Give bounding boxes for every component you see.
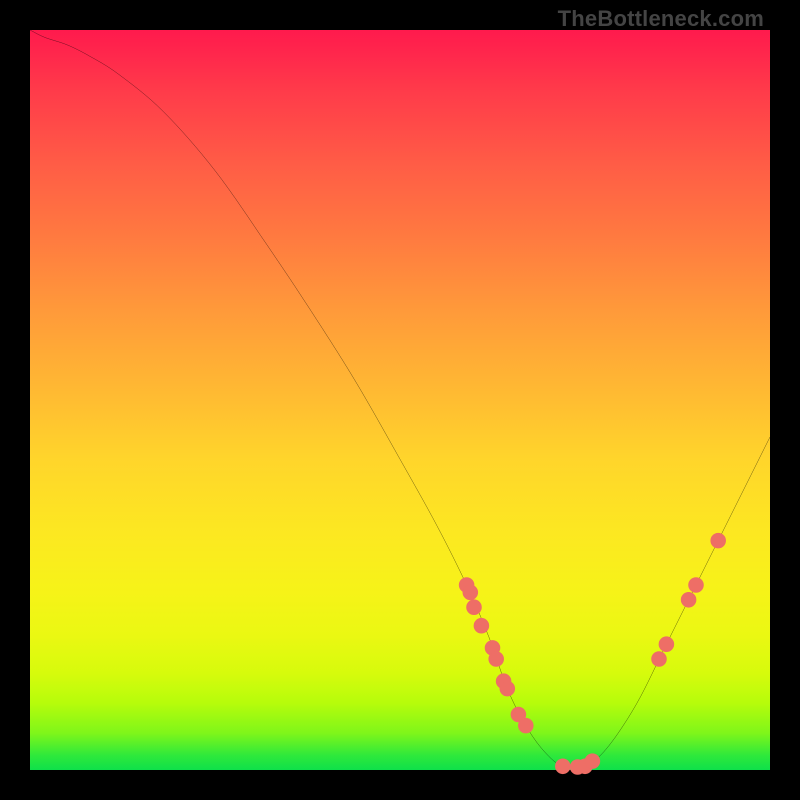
watermark-text: TheBottleneck.com bbox=[558, 6, 764, 32]
marker-point bbox=[474, 618, 489, 633]
marker-point bbox=[681, 592, 696, 607]
marker-point bbox=[489, 652, 504, 667]
marker-point bbox=[467, 600, 482, 615]
highlight-markers bbox=[459, 533, 725, 774]
marker-point bbox=[652, 652, 667, 667]
marker-point bbox=[711, 533, 726, 548]
marker-point bbox=[585, 754, 600, 769]
chart-overlay-svg bbox=[30, 30, 770, 770]
marker-point bbox=[689, 578, 704, 593]
marker-point bbox=[500, 681, 515, 696]
marker-point bbox=[518, 718, 533, 733]
chart-container: TheBottleneck.com bbox=[0, 0, 800, 800]
marker-point bbox=[463, 585, 478, 600]
marker-point bbox=[659, 637, 674, 652]
marker-point bbox=[555, 759, 570, 774]
